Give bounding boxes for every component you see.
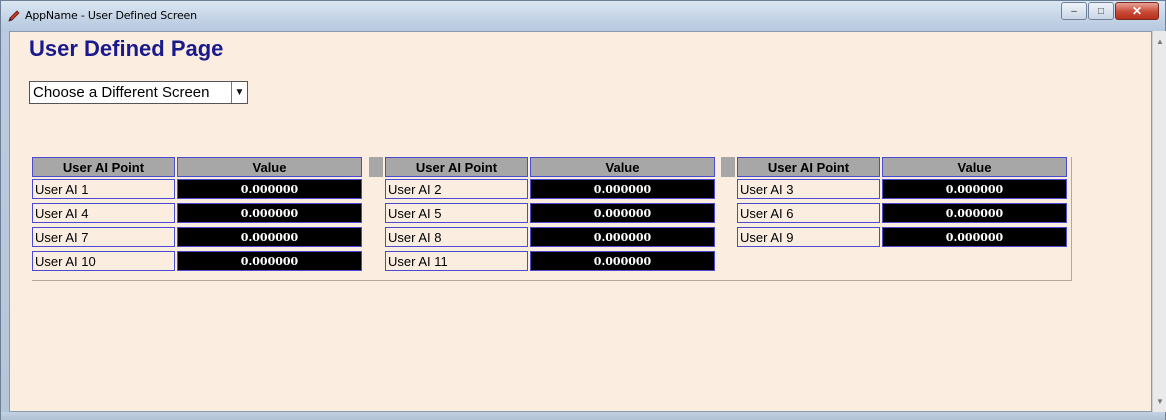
page-title: User Defined Page xyxy=(29,36,224,61)
title-bar[interactable]: AppName - User Defined Screen – □ ✕ xyxy=(1,1,1165,31)
row-label: User AI 2 xyxy=(385,179,528,199)
row-value: 0.000000 xyxy=(177,179,362,199)
row-label: User AI 10 xyxy=(32,251,175,271)
row-label: User AI 8 xyxy=(385,227,528,247)
row-value: 0.000000 xyxy=(882,179,1067,199)
row-label: User AI 6 xyxy=(737,203,880,223)
window-title: AppName - User Defined Screen xyxy=(25,9,197,22)
row-value: 0.000000 xyxy=(882,227,1067,247)
row-label: User AI 11 xyxy=(385,251,528,271)
column-header-point: User AI Point xyxy=(385,157,528,177)
row-label: User AI 5 xyxy=(385,203,528,223)
pen-icon xyxy=(8,10,20,22)
row-value: 0.000000 xyxy=(530,179,715,199)
chevron-down-icon[interactable]: ▼ xyxy=(1156,397,1164,406)
row-label: User AI 3 xyxy=(737,179,880,199)
app-window: AppName - User Defined Screen – □ ✕ User… xyxy=(0,0,1166,420)
column-separator xyxy=(721,157,735,177)
row-label: User AI 1 xyxy=(32,179,175,199)
close-button[interactable]: ✕ xyxy=(1115,2,1159,20)
column-separator xyxy=(369,157,383,177)
minimize-button[interactable]: – xyxy=(1061,2,1087,20)
row-value: 0.000000 xyxy=(530,251,715,271)
row-value: 0.000000 xyxy=(530,227,715,247)
row-label: User AI 7 xyxy=(32,227,175,247)
column-header-value: Value xyxy=(530,157,715,177)
screen-select-dropdown[interactable]: Choose a Different Screen ▼ xyxy=(29,81,248,104)
maximize-button[interactable]: □ xyxy=(1088,2,1114,20)
row-label: User AI 9 xyxy=(737,227,880,247)
page-content: User Defined Page Choose a Different Scr… xyxy=(9,31,1152,412)
row-value: 0.000000 xyxy=(177,227,362,247)
row-value: 0.000000 xyxy=(530,203,715,223)
column-header-value: Value xyxy=(882,157,1067,177)
user-ai-tables: User AI Point Value User AI 1 0.000000 U… xyxy=(32,157,1072,281)
taskbar-strip xyxy=(1,412,1165,420)
screen-select-value: Choose a Different Screen xyxy=(33,84,210,101)
column-header-point: User AI Point xyxy=(32,157,175,177)
chevron-down-icon[interactable]: ▼ xyxy=(231,82,247,103)
column-header-point: User AI Point xyxy=(737,157,880,177)
row-value: 0.000000 xyxy=(882,203,1067,223)
row-value: 0.000000 xyxy=(177,251,362,271)
column-header-value: Value xyxy=(177,157,362,177)
vertical-scrollbar[interactable]: ▲ ▼ xyxy=(1152,31,1166,412)
chevron-up-icon[interactable]: ▲ xyxy=(1156,37,1164,46)
window-controls: – □ ✕ xyxy=(1060,2,1159,20)
row-label: User AI 4 xyxy=(32,203,175,223)
row-value: 0.000000 xyxy=(177,203,362,223)
